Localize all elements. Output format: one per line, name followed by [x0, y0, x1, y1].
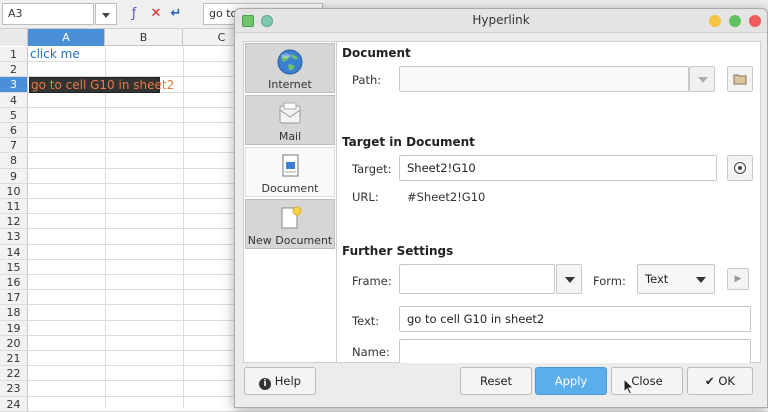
row-header[interactable]: 21 [0, 351, 28, 366]
row-header[interactable]: 11 [0, 199, 28, 214]
sidebar-label-new-document: New Document [247, 234, 333, 247]
row-header[interactable]: 9 [0, 168, 28, 183]
cell-a1[interactable]: click me [30, 47, 80, 62]
cancel-icon[interactable]: ✕ [148, 6, 164, 22]
row-header[interactable]: 5 [0, 107, 28, 122]
row-header[interactable]: 13 [0, 229, 28, 244]
target-label: Target: [352, 162, 392, 176]
cell-a3[interactable]: go to cell G10 in sheet2 [29, 77, 174, 93]
row-header[interactable]: 24 [0, 396, 28, 411]
help-icon: i [259, 378, 272, 390]
target-input[interactable]: Sheet2!G10 [399, 155, 717, 181]
target-icon [734, 162, 746, 174]
path-input[interactable] [399, 66, 689, 92]
hyperlink-dialog: Hyperlink Internet Mail Document New Doc… [234, 8, 768, 408]
url-label: URL: [352, 190, 379, 204]
row-header[interactable]: 12 [0, 214, 28, 229]
help-button[interactable]: i Help [244, 367, 316, 395]
sidebar-item-new-document[interactable]: New Document [245, 199, 335, 249]
target-heading: Target in Document [342, 135, 475, 149]
row-header[interactable]: 10 [0, 183, 28, 198]
hyperlink-settings-panel: Document Path: Target in Document Target… [337, 41, 761, 363]
name-label: Name: [352, 345, 390, 359]
url-value: #Sheet2!G10 [407, 190, 486, 204]
mail-icon [279, 102, 301, 124]
maximize-button[interactable] [729, 15, 741, 27]
sidebar-item-internet[interactable]: Internet [245, 43, 335, 93]
path-dropdown-button[interactable] [689, 66, 715, 92]
row-header[interactable]: 4 [0, 92, 28, 107]
text-input[interactable]: go to cell G10 in sheet2 [399, 306, 751, 332]
apply-button[interactable]: Apply [535, 367, 607, 395]
row-header[interactable]: 23 [0, 381, 28, 396]
document-icon [282, 154, 299, 177]
check-icon: ✔ [705, 374, 715, 388]
sidebar-item-mail[interactable]: Mail [245, 95, 335, 145]
row-header[interactable]: 2 [0, 62, 28, 77]
row-header[interactable]: 14 [0, 244, 28, 259]
frame-label: Frame: [352, 274, 392, 288]
sidebar-item-document[interactable]: Document [245, 147, 335, 197]
select-all-corner[interactable] [0, 29, 28, 46]
new-document-icon [281, 206, 302, 229]
events-button[interactable]: ▶ [727, 268, 749, 290]
folder-icon [733, 74, 747, 85]
mouse-cursor-icon [623, 378, 635, 395]
row-header[interactable]: 19 [0, 320, 28, 335]
row-header[interactable]: 18 [0, 305, 28, 320]
function-wizard-icon[interactable]: ƒ [126, 6, 142, 22]
name-box[interactable]: A3 [2, 3, 94, 25]
row-header[interactable]: 7 [0, 138, 28, 153]
dialog-titlebar: Hyperlink [235, 9, 767, 33]
text-label: Text: [352, 314, 380, 328]
frame-dropdown-button[interactable] [556, 264, 582, 294]
row-header[interactable]: 20 [0, 335, 28, 350]
form-label: Form: [593, 274, 626, 288]
ok-button[interactable]: ✔ OK [687, 367, 753, 395]
dialog-title: Hyperlink [472, 13, 530, 27]
row-header[interactable]: 16 [0, 275, 28, 290]
name-input[interactable] [399, 339, 751, 363]
row-header[interactable]: 15 [0, 259, 28, 274]
close-button[interactable]: Close [611, 367, 683, 395]
document-heading: Document [342, 46, 411, 60]
name-box-dropdown[interactable] [95, 3, 117, 25]
close-window-button[interactable] [749, 15, 761, 27]
sidebar-label-mail: Mail [278, 130, 302, 143]
column-header-b[interactable]: B [105, 29, 183, 46]
target-browser-button[interactable] [727, 155, 753, 181]
sidebar-label-document: Document [261, 182, 319, 195]
open-file-button[interactable] [727, 66, 753, 92]
row-header[interactable]: 22 [0, 366, 28, 381]
globe-icon [277, 49, 303, 75]
ok-label: OK [718, 374, 735, 388]
further-settings-heading: Further Settings [342, 244, 454, 258]
sidebar-label-internet: Internet [268, 78, 312, 91]
help-label: Help [274, 374, 301, 388]
column-header-a[interactable]: A [28, 29, 105, 46]
reset-button[interactable]: Reset [460, 367, 532, 395]
row-header[interactable]: 3 [0, 77, 28, 92]
minimize-button[interactable] [709, 15, 721, 27]
accept-icon[interactable]: ↵ [168, 6, 184, 22]
frame-input[interactable] [399, 264, 555, 294]
path-label: Path: [352, 73, 382, 87]
form-select[interactable]: Text [637, 264, 715, 294]
row-header[interactable]: 6 [0, 123, 28, 138]
form-select-value: Text [645, 272, 669, 286]
row-header[interactable]: 1 [0, 47, 28, 62]
hyperlink-type-sidebar: Internet Mail Document New Document [243, 41, 337, 363]
row-header[interactable]: 17 [0, 290, 28, 305]
chevron-down-icon [688, 267, 714, 293]
row-header[interactable]: 8 [0, 153, 28, 168]
